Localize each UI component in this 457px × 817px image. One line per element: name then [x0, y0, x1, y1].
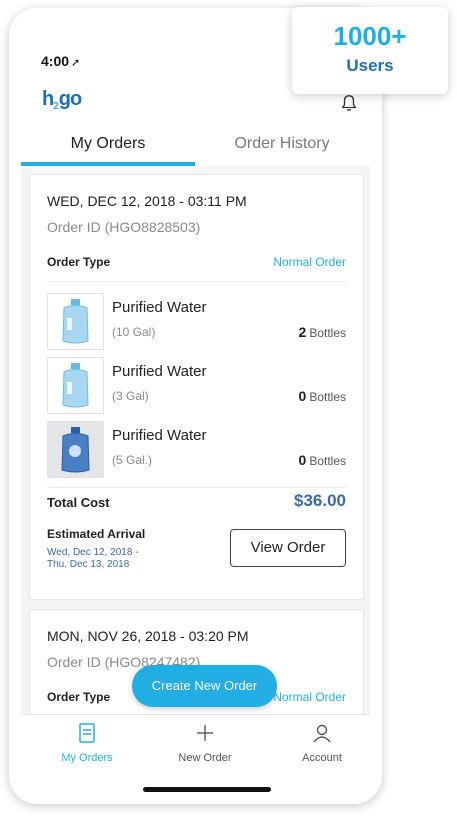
quantity-unit: Bottles [309, 390, 346, 404]
water-bottle-image [47, 357, 104, 414]
estimated-arrival-label: Estimated Arrival [47, 527, 146, 541]
order-id: Order ID (HGO8828503) [47, 219, 201, 235]
bell-icon[interactable] [340, 94, 358, 112]
item-quantity: 0 Bottles [299, 452, 346, 468]
quantity-number: 2 [298, 324, 307, 340]
h2go-logo[interactable]: h2go [42, 88, 82, 114]
item-size: (3 Gal) [112, 389, 149, 403]
app-screen: 4:00 ➚ h2go My Orders Order History WED, … [21, 20, 370, 792]
order-item: Purified Water (5 Gal.) 0 Bottles [47, 421, 346, 481]
phone-frame: 4:00 ➚ h2go My Orders Order History WED, … [9, 8, 382, 804]
status-time: 4:00 ➚ [41, 53, 80, 69]
item-name: Purified Water [112, 363, 207, 380]
order-date: MON, NOV 26, 2018 - 03:20 PM [47, 628, 249, 644]
item-quantity: 2 Bottles [299, 324, 346, 340]
order-card: WED, DEC 12, 2018 - 03:11 PM Order ID (H… [29, 174, 364, 600]
nav-label: New Order [178, 752, 232, 764]
orders-list[interactable]: WED, DEC 12, 2018 - 03:11 PM Order ID (H… [21, 166, 370, 714]
order-item: Purified Water (3 Gal) 0 Bottles [47, 357, 346, 417]
order-type-label: Order Type [47, 690, 111, 704]
order-date: WED, DEC 12, 2018 - 03:11 PM [47, 193, 247, 209]
time-text: 4:00 [41, 53, 70, 69]
water-jug-icon [62, 299, 89, 344]
quantity-unit: Bottles [309, 326, 346, 340]
nav-new-order[interactable]: New Order [147, 723, 263, 764]
divider [47, 281, 346, 282]
water-jug-icon [62, 363, 89, 408]
quantity-number: 0 [298, 388, 307, 404]
users-count: 1000+ [333, 21, 407, 51]
tab-order-history[interactable]: Order History [195, 116, 369, 166]
water-bottle-image [47, 421, 104, 478]
nav-my-orders[interactable]: My Orders [29, 723, 145, 764]
estimated-arrival-start: Wed, Dec 12, 2018 - [47, 547, 139, 558]
water-jug-icon [61, 427, 90, 473]
location-arrow-icon: ➚ [71, 57, 81, 69]
water-bottle-image [47, 293, 104, 350]
nav-account[interactable]: Account [264, 723, 370, 764]
nav-label: Account [302, 752, 342, 764]
create-new-order-button[interactable]: Create New Order [132, 665, 277, 707]
users-badge: 1000+ Users [292, 7, 448, 94]
plus-icon [197, 725, 213, 741]
item-size: (10 Gal) [112, 325, 156, 339]
users-label: Users [346, 56, 394, 75]
estimated-arrival-end: Thu, Dec 13, 2018 [47, 559, 130, 570]
logo-h: h [42, 88, 54, 110]
home-indicator [143, 787, 271, 792]
item-name: Purified Water [112, 299, 207, 316]
bottom-navigation: My Orders New Order Account [21, 714, 370, 792]
orders-icon [79, 723, 95, 743]
logo-go: go [58, 88, 82, 110]
order-item: Purified Water (10 Gal) 2 Bottles [47, 293, 346, 353]
item-size: (5 Gal.) [112, 453, 153, 467]
tab-my-orders[interactable]: My Orders [21, 116, 195, 166]
item-quantity: 0 Bottles [299, 388, 346, 404]
orders-tabs: My Orders Order History [21, 116, 370, 166]
quantity-number: 0 [298, 452, 307, 468]
total-cost-value: $36.00 [294, 491, 346, 510]
nav-label: My Orders [61, 752, 113, 764]
item-name: Purified Water [112, 427, 207, 444]
total-cost-label: Total Cost [47, 495, 110, 510]
view-order-button[interactable]: View Order [230, 529, 346, 567]
user-icon [313, 724, 331, 743]
order-type-value: Normal Order [273, 255, 346, 269]
order-type-value: Normal Order [273, 690, 346, 704]
order-type-label: Order Type [47, 255, 111, 269]
quantity-unit: Bottles [309, 454, 346, 468]
divider [47, 487, 346, 488]
